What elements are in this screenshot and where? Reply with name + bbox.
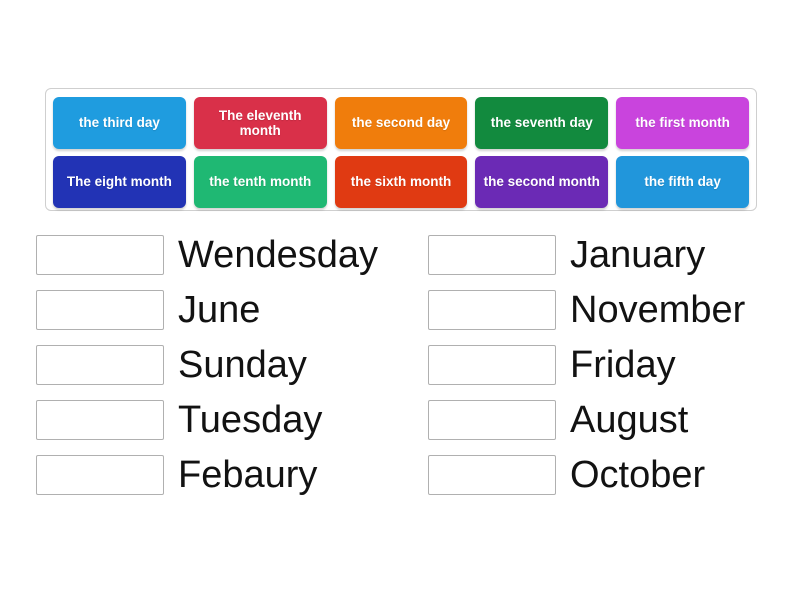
- tile-bank-panel: the third day The eleventh month the sec…: [45, 88, 757, 211]
- answer-row: Febaury: [36, 448, 400, 502]
- drop-box-october[interactable]: [428, 455, 556, 495]
- tile-the-tenth-month[interactable]: the tenth month: [193, 156, 327, 208]
- answer-area: Wendesday June Sunday Tuesday Febaury Ja…: [0, 228, 800, 503]
- tile-the-seventh-day[interactable]: the seventh day: [475, 97, 609, 149]
- answer-label-january: January: [570, 234, 706, 276]
- tile-the-eight-month[interactable]: The eight month: [53, 156, 186, 208]
- tile-the-sixth-month[interactable]: the sixth month: [334, 156, 468, 208]
- tile-the-third-day[interactable]: the third day: [53, 97, 186, 149]
- tile-the-second-month[interactable]: the second month: [475, 156, 609, 208]
- answer-row: Tuesday: [36, 393, 400, 447]
- drop-box-june[interactable]: [36, 290, 164, 330]
- answer-row: Friday: [428, 338, 800, 392]
- drop-box-august[interactable]: [428, 400, 556, 440]
- drop-box-friday[interactable]: [428, 345, 556, 385]
- drop-box-sunday[interactable]: [36, 345, 164, 385]
- tile-row-1: the third day The eleventh month the sec…: [53, 97, 749, 149]
- tile-the-first-month[interactable]: the first month: [616, 97, 749, 149]
- tile-the-eleventh-month[interactable]: The eleventh month: [193, 97, 327, 149]
- answer-column-right: January November Friday August October: [400, 228, 800, 503]
- answer-label-august: August: [570, 399, 689, 441]
- answer-label-friday: Friday: [570, 344, 676, 386]
- tile-the-fifth-day[interactable]: the fifth day: [616, 156, 749, 208]
- answer-label-november: November: [570, 289, 746, 331]
- drop-box-november[interactable]: [428, 290, 556, 330]
- answer-label-october: October: [570, 454, 706, 496]
- answer-label-sunday: Sunday: [178, 344, 307, 386]
- tile-the-second-day[interactable]: the second day: [334, 97, 468, 149]
- drop-box-wendesday[interactable]: [36, 235, 164, 275]
- answer-row: November: [428, 283, 800, 337]
- answer-row: August: [428, 393, 800, 447]
- drop-box-tuesday[interactable]: [36, 400, 164, 440]
- answer-row: January: [428, 228, 800, 282]
- answer-row: Wendesday: [36, 228, 400, 282]
- drop-box-january[interactable]: [428, 235, 556, 275]
- answer-row: June: [36, 283, 400, 337]
- answer-row: October: [428, 448, 800, 502]
- answer-label-tuesday: Tuesday: [178, 399, 323, 441]
- answer-row: Sunday: [36, 338, 400, 392]
- answer-label-wendesday: Wendesday: [178, 234, 378, 276]
- answer-label-febaury: Febaury: [178, 454, 318, 496]
- drop-box-febaury[interactable]: [36, 455, 164, 495]
- tile-row-2: The eight month the tenth month the sixt…: [53, 156, 749, 208]
- answer-label-june: June: [178, 289, 261, 331]
- answer-column-left: Wendesday June Sunday Tuesday Febaury: [0, 228, 400, 503]
